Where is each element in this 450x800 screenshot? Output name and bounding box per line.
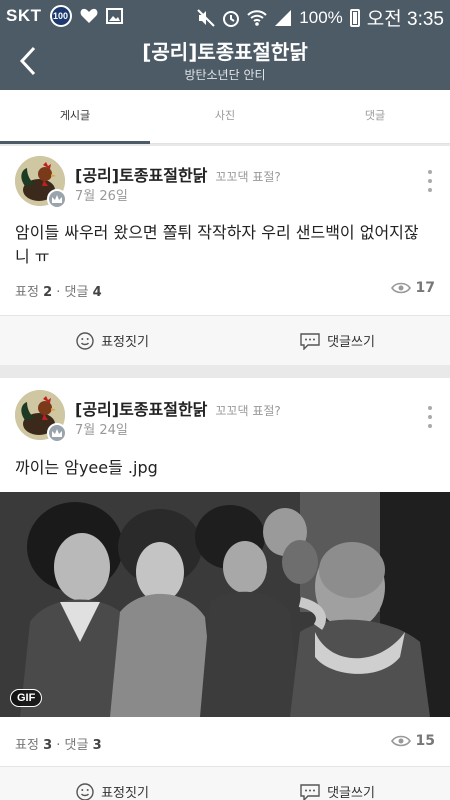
wifi-icon: [247, 9, 268, 26]
gif-media[interactable]: GIF: [0, 492, 450, 717]
post-card: [공리]토종표절한닭 꼬꼬댁 표절? 7월 26일 암이들 싸우러 왔으면 쫄튀 …: [0, 146, 450, 365]
battery-icon: [349, 8, 360, 27]
comment-button-label: 댓글쓰기: [327, 335, 375, 350]
react-button[interactable]: 표정짓기: [0, 767, 225, 800]
alarm-icon: [223, 10, 240, 27]
react-button-label: 표정짓기: [101, 786, 149, 800]
app-header: [공리]토종표절한닭 방탄소년단 안티: [0, 32, 450, 90]
post-actions: 표정짓기 댓글쓰기: [0, 766, 450, 800]
post-card: [공리]토종표절한닭 꼬꼬댁 표절? 7월 24일 까이는 암yee들 .jpg: [0, 378, 450, 800]
comments-count: 4: [92, 285, 102, 300]
tab-photos[interactable]: 사진: [150, 90, 300, 143]
crown-badge-icon: [47, 423, 67, 443]
reactions-count: 3: [43, 738, 53, 753]
tab-posts[interactable]: 게시글: [0, 90, 150, 144]
reactions-count: 2: [43, 285, 53, 300]
view-count-value: 15: [415, 733, 435, 749]
react-button-label: 표정짓기: [101, 335, 149, 350]
author-tagline: 꼬꼬댁 표절?: [215, 170, 281, 184]
reactions-label: 표정: [15, 285, 39, 300]
eye-icon: [390, 735, 411, 747]
tab-comments[interactable]: 댓글: [300, 90, 450, 143]
author-name[interactable]: [공리]토종표절한닭 꼬꼬댁 표절?: [75, 162, 281, 186]
eye-icon: [390, 282, 411, 294]
image-icon: [105, 8, 123, 24]
status-bar: SKT 100 100% 오전 3:35: [0, 0, 450, 32]
smile-icon: [76, 782, 94, 800]
comments-label: 댓글: [64, 738, 89, 753]
tab-bar: 게시글 사진 댓글: [0, 90, 450, 144]
author-tagline: 꼬꼬댁 표절?: [215, 404, 281, 418]
view-count-value: 17: [415, 280, 435, 296]
comment-button[interactable]: 댓글쓰기: [225, 316, 450, 365]
reactions-label: 표정: [15, 738, 39, 753]
comments-label: 댓글: [64, 285, 89, 300]
page-subtitle: 방탄소년단 안티: [184, 68, 266, 82]
view-count: 15: [390, 733, 435, 749]
network-badge: 100: [49, 5, 72, 27]
react-button[interactable]: 표정짓기: [0, 316, 225, 365]
post-date: 7월 24일: [75, 423, 128, 438]
view-count: 17: [390, 280, 435, 296]
author-name-text: [공리]토종표절한닭: [75, 400, 208, 419]
battery-percent: 100%: [299, 7, 343, 27]
post-actions: 표정짓기 댓글쓰기: [0, 315, 450, 365]
carrier-label: SKT: [6, 6, 42, 25]
post-text[interactable]: 암이들 싸우러 왔으면 쫄튀 작작하자 우리 샌드백이 없어지잖니 ㅠ: [15, 221, 430, 269]
gif-badge: GIF: [10, 689, 43, 707]
post-meta: 표정 3 · 댓글 3: [15, 738, 102, 753]
heart-icon: [80, 8, 97, 23]
more-options-icon[interactable]: [428, 170, 434, 192]
comment-icon: [300, 332, 320, 350]
post-text[interactable]: 까이는 암yee들 .jpg: [15, 456, 430, 480]
clock: 오전 3:35: [366, 9, 444, 30]
crown-badge-icon: [47, 189, 67, 209]
comment-icon: [300, 783, 320, 800]
smile-icon: [76, 331, 94, 350]
signal-icon: [275, 9, 292, 26]
post-meta: 표정 2 · 댓글 4: [15, 285, 102, 300]
post-date: 7월 26일: [75, 189, 128, 204]
comments-count: 3: [92, 738, 102, 753]
author-name-text: [공리]토종표절한닭: [75, 166, 208, 185]
page-title: [공리]토종표절한닭: [142, 40, 308, 64]
gif-scene-image: [0, 492, 450, 717]
more-options-icon[interactable]: [428, 406, 434, 428]
mute-icon: [197, 8, 216, 27]
comment-button-label: 댓글쓰기: [327, 786, 375, 800]
author-name[interactable]: [공리]토종표절한닭 꼬꼬댁 표절?: [75, 396, 281, 420]
comment-button[interactable]: 댓글쓰기: [225, 767, 450, 800]
